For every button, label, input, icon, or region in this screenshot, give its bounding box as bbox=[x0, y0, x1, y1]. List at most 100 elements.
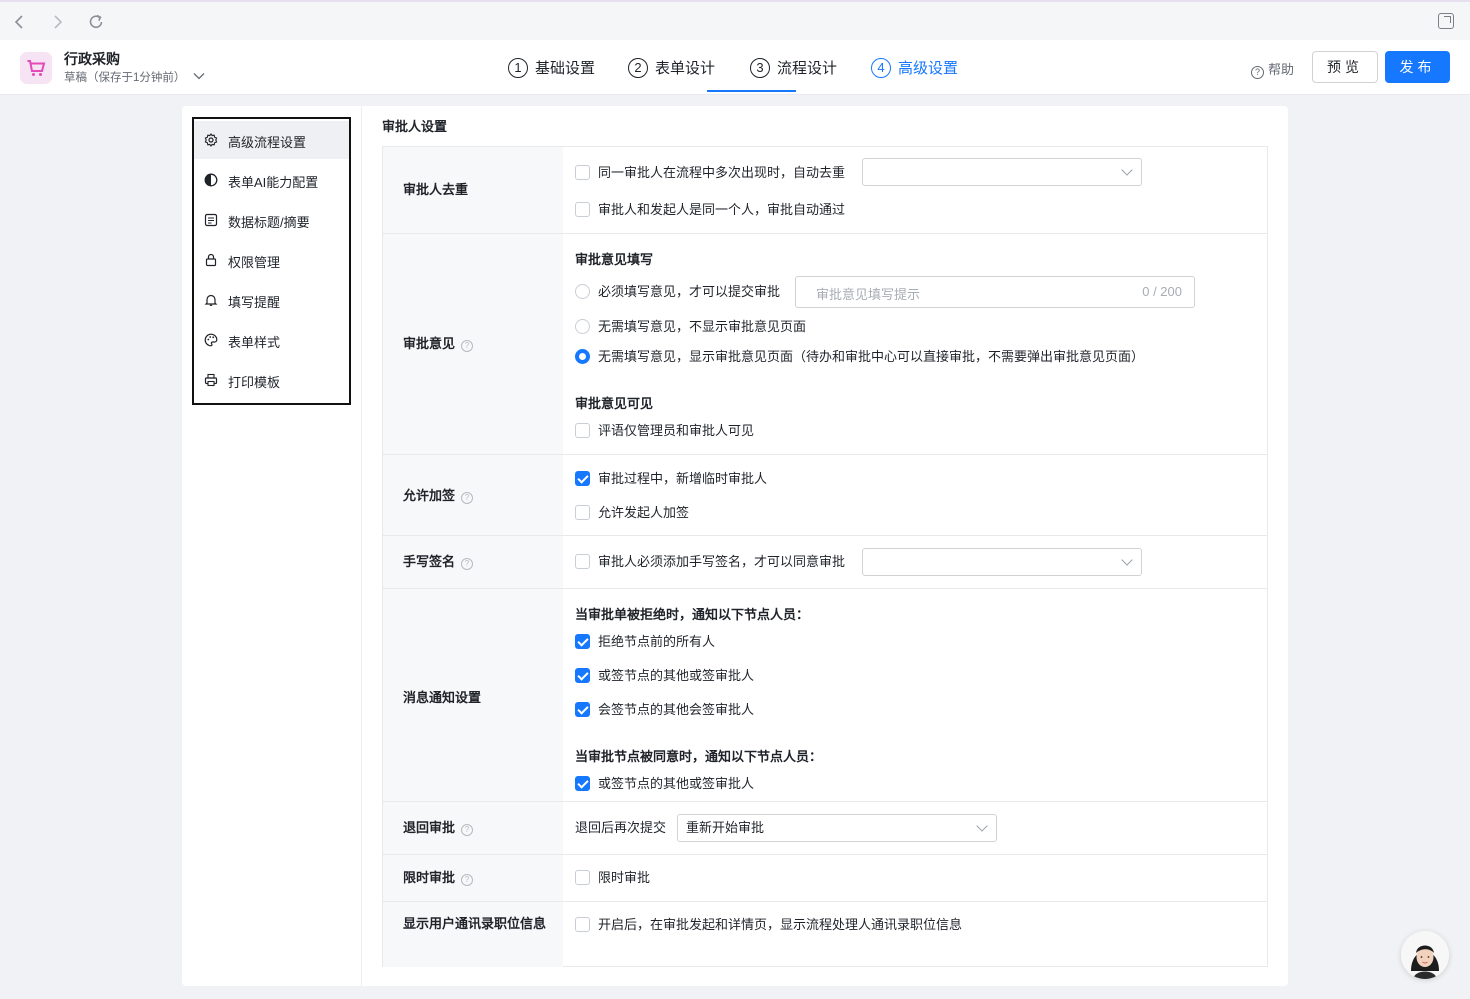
auto-pass-option[interactable]: 审批人和发起人是同一个人，审批自动通过 bbox=[575, 200, 845, 220]
require-signature-option[interactable]: 审批人必须添加手写签名，才可以同意审批 bbox=[575, 552, 845, 572]
checkbox-checked[interactable] bbox=[575, 776, 590, 791]
checkbox[interactable] bbox=[575, 870, 590, 885]
reject-notify-co-sign-option[interactable]: 会签节点的其他会签审批人 bbox=[575, 700, 754, 720]
opinion-hint-input[interactable]: 审批意见填写提示 0 / 200 bbox=[795, 276, 1195, 308]
checkbox-checked[interactable] bbox=[575, 634, 590, 649]
time-limit-option[interactable]: 限时审批 bbox=[575, 868, 650, 888]
row-label-text: 手写签名 bbox=[403, 554, 456, 569]
sidebar-item-label: 填写提醒 bbox=[228, 295, 281, 310]
reload-icon[interactable] bbox=[85, 11, 107, 33]
help-icon[interactable]: ? bbox=[461, 558, 474, 570]
step-advanced-settings[interactable]: 4 高级设置 bbox=[871, 57, 958, 79]
sidebar-item-reminder[interactable]: 填写提醒 bbox=[194, 281, 349, 319]
shopping-cart-icon bbox=[27, 60, 46, 76]
checkbox-checked[interactable] bbox=[575, 471, 590, 486]
row-allow-add-sign: 允许加签? 审批过程中，新增临时审批人 允许发起人加签 bbox=[383, 455, 1267, 536]
checkbox-checked[interactable] bbox=[575, 702, 590, 717]
reject-notify-or-sign-option[interactable]: 或签节点的其他或签审批人 bbox=[575, 666, 754, 686]
opinion-visible-title: 审批意见可见 bbox=[575, 396, 654, 411]
radio[interactable] bbox=[575, 319, 590, 334]
row-label-cell: 消息通知设置 bbox=[383, 589, 563, 801]
row-label: 手写签名? bbox=[403, 552, 474, 572]
dedupe-mode-select[interactable] bbox=[862, 158, 1142, 186]
step-label: 基础设置 bbox=[535, 60, 596, 77]
help-icon[interactable]: ? bbox=[461, 340, 474, 352]
row-approval-opinion: 审批意见? 审批意见填写 必须填写意见，才可以提交审批 审批意见填写提示 0 /… bbox=[383, 234, 1267, 455]
option-label: 同一审批人在流程中多次出现时，自动去重 bbox=[598, 165, 846, 180]
row-message-notify: 消息通知设置 当审批单被拒绝时，通知以下节点人员： 拒绝节点前的所有人 或签节点… bbox=[383, 589, 1267, 802]
step-form-design[interactable]: 2 表单设计 bbox=[628, 57, 715, 79]
option-label: 开启后，在审批发起和详情页，显示流程处理人通讯录职位信息 bbox=[598, 917, 963, 932]
step-number: 3 bbox=[750, 57, 770, 78]
step-basic-settings[interactable]: 1 基础设置 bbox=[508, 57, 595, 79]
dedupe-option[interactable]: 同一审批人在流程中多次出现时，自动去重 bbox=[575, 163, 845, 183]
no-fill-shown-radio-option[interactable]: 无需填写意见，显示审批意见页面（待办和审批中心可以直接审批，不需要弹出审批意见页… bbox=[575, 347, 1144, 367]
option-label: 必须填写意见，才可以提交审批 bbox=[598, 284, 781, 299]
sidebar-item-label: 表单AI能力配置 bbox=[228, 175, 319, 190]
reject-notify-prior-option[interactable]: 拒绝节点前的所有人 bbox=[575, 632, 715, 652]
option-label: 或签节点的其他或签审批人 bbox=[598, 776, 755, 791]
opinion-fill-title: 审批意见填写 bbox=[575, 252, 654, 267]
row-handwritten-signature: 手写签名? 审批人必须添加手写签名，才可以同意审批 bbox=[383, 536, 1267, 589]
agree-notify-title: 当审批节点被同意时，通知以下节点人员： bbox=[575, 749, 823, 764]
row-label-cell: 允许加签? bbox=[383, 455, 563, 535]
printer-icon bbox=[204, 373, 218, 387]
lock-icon bbox=[205, 253, 217, 267]
option-label: 拒绝节点前的所有人 bbox=[598, 634, 716, 649]
sidebar-item-print-template[interactable]: 打印模板 bbox=[194, 361, 349, 399]
option-label: 无需填写意见，不显示审批意见页面 bbox=[598, 319, 807, 334]
help-icon[interactable]: ? bbox=[461, 492, 474, 504]
publish-button[interactable]: 发布 bbox=[1385, 51, 1450, 83]
agree-notify-or-sign-option[interactable]: 或签节点的其他或签审批人 bbox=[575, 774, 754, 794]
signature-mode-select[interactable] bbox=[862, 548, 1142, 576]
checkbox-checked[interactable] bbox=[575, 668, 590, 683]
radio[interactable] bbox=[575, 284, 590, 299]
row-label-text: 限时审批 bbox=[403, 870, 456, 885]
chevron-down-icon[interactable] bbox=[192, 69, 206, 83]
sidebar-item-ai-config[interactable]: 表单AI能力配置 bbox=[194, 161, 349, 199]
help-icon[interactable]: ? bbox=[461, 874, 474, 886]
checkbox[interactable] bbox=[575, 423, 590, 438]
palette-icon bbox=[204, 333, 218, 347]
option-label: 审批人和发起人是同一个人，审批自动通过 bbox=[598, 202, 846, 217]
step-number: 1 bbox=[508, 57, 528, 78]
help-link[interactable]: ? 帮助 bbox=[1251, 59, 1294, 79]
visible-to-admin-option[interactable]: 评语仅管理员和审批人可见 bbox=[575, 421, 754, 441]
preview-button[interactable]: 预览 bbox=[1312, 51, 1378, 83]
sidebar-item-advanced-flow[interactable]: 高级流程设置 bbox=[194, 121, 349, 159]
sidebar-item-data-title[interactable]: 数据标题/摘要 bbox=[194, 201, 349, 239]
document-icon bbox=[204, 213, 218, 227]
option-label: 或签节点的其他或签审批人 bbox=[598, 668, 755, 683]
step-label: 表单设计 bbox=[655, 60, 716, 77]
settings-sidebar: 高级流程设置 表单AI能力配置 数据标题/摘要 权限管理 填写提醒 表单样式 打… bbox=[192, 117, 351, 405]
back-icon[interactable] bbox=[9, 11, 31, 33]
step-flow-design[interactable]: 3 流程设计 bbox=[750, 57, 837, 79]
option-label: 允许发起人加签 bbox=[598, 505, 690, 520]
app-name: 行政采购 bbox=[64, 51, 120, 67]
open-external-icon[interactable] bbox=[1438, 13, 1454, 29]
chevron-down-icon bbox=[976, 820, 988, 832]
help-icon[interactable]: ? bbox=[461, 824, 474, 836]
chevron-down-icon bbox=[1121, 164, 1133, 176]
no-fill-hidden-radio-option[interactable]: 无需填写意见，不显示审批意见页面 bbox=[575, 317, 806, 337]
initiator-add-sign-option[interactable]: 允许发起人加签 bbox=[575, 503, 689, 523]
temp-approver-option[interactable]: 审批过程中，新增临时审批人 bbox=[575, 469, 767, 489]
checkbox[interactable] bbox=[575, 554, 590, 569]
assistant-avatar[interactable] bbox=[1401, 931, 1449, 979]
row-return-approval: 退回审批? 退回后再次提交 重新开始审批 bbox=[383, 802, 1267, 855]
sidebar-item-form-style[interactable]: 表单样式 bbox=[194, 321, 349, 359]
forward-icon[interactable] bbox=[46, 11, 68, 33]
option-label: 评语仅管理员和审批人可见 bbox=[598, 423, 755, 438]
radio-selected[interactable] bbox=[575, 349, 590, 364]
sidebar-item-permissions[interactable]: 权限管理 bbox=[194, 241, 349, 279]
row-label-text: 退回审批 bbox=[403, 820, 456, 835]
option-label: 会签节点的其他会签审批人 bbox=[598, 702, 755, 717]
checkbox[interactable] bbox=[575, 202, 590, 217]
checkbox[interactable] bbox=[575, 165, 590, 180]
checkbox[interactable] bbox=[575, 505, 590, 520]
sidebar-item-label: 打印模板 bbox=[228, 375, 281, 390]
resubmit-mode-select[interactable]: 重新开始审批 bbox=[677, 814, 997, 842]
checkbox[interactable] bbox=[575, 917, 590, 932]
must-fill-radio-option[interactable]: 必须填写意见，才可以提交审批 bbox=[575, 282, 780, 302]
job-info-option[interactable]: 开启后，在审批发起和详情页，显示流程处理人通讯录职位信息 bbox=[575, 915, 962, 935]
